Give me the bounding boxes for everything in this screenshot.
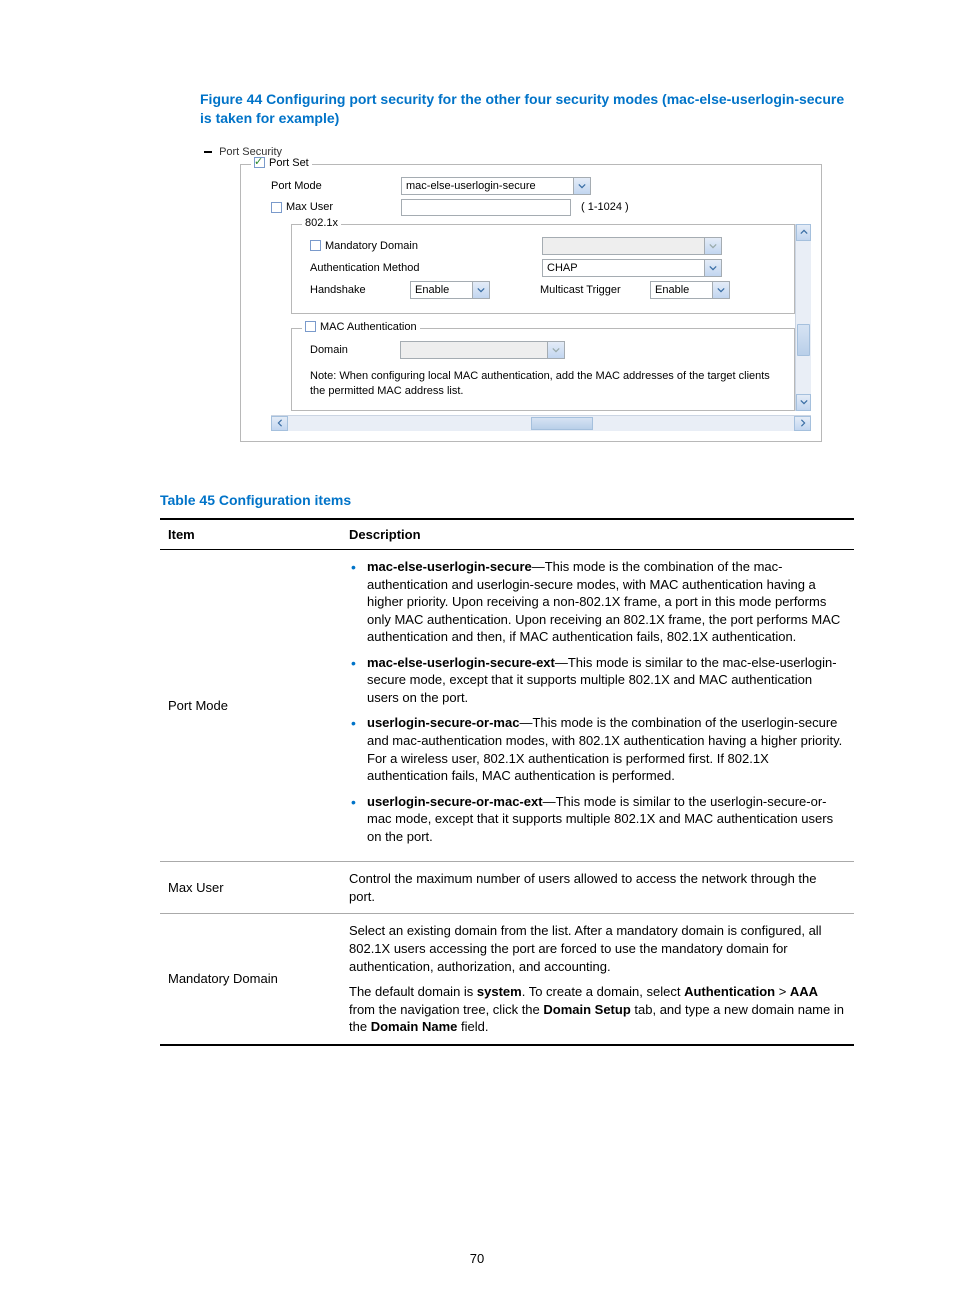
max-user-hint: ( 1-1024 ) <box>581 201 629 213</box>
list-item: userlogin-secure-or-mac—This mode is the… <box>349 714 846 784</box>
mandatory-domain-label: Mandatory Domain <box>325 240 418 252</box>
collapse-icon[interactable] <box>204 151 212 153</box>
handshake-value: Enable <box>415 282 449 298</box>
mac-auth-fieldset: MAC Authentication Domain Note: When con… <box>291 328 795 411</box>
mac-auth-checkbox[interactable] <box>305 321 316 332</box>
port-mode-value: mac-else-userlogin-secure <box>406 178 536 194</box>
max-user-checkbox[interactable] <box>271 202 282 213</box>
port-mode-label: Port Mode <box>251 180 391 192</box>
handshake-label: Handshake <box>302 284 400 296</box>
table-row: Max User Control the maximum number of u… <box>160 862 854 914</box>
mandatory-domain-select[interactable] <box>542 237 722 255</box>
chevron-down-icon <box>573 178 590 194</box>
screenshot: Port Security Port Set Port Mode mac-els… <box>160 138 854 458</box>
scroll-left-icon[interactable] <box>271 416 288 431</box>
multicast-trigger-value: Enable <box>655 282 689 298</box>
table-row: Mandatory Domain Select an existing doma… <box>160 914 854 1045</box>
item-max-user: Max User <box>160 862 341 914</box>
mac-auth-legend: MAC Authentication <box>320 321 417 333</box>
scroll-right-icon[interactable] <box>794 416 811 431</box>
dot1x-legend: 802.1x <box>302 217 341 229</box>
domain-select[interactable] <box>400 341 565 359</box>
chevron-down-icon <box>547 342 564 358</box>
page-number: 70 <box>0 1251 954 1266</box>
dot1x-fieldset: 802.1x Mandatory Domain Authentication M… <box>291 224 795 314</box>
table-head-desc: Description <box>341 519 854 550</box>
domain-label: Domain <box>302 344 390 356</box>
bold-term: userlogin-secure-or-mac-ext <box>367 794 543 809</box>
list-item: mac-else-userlogin-secure-ext—This mode … <box>349 654 846 707</box>
bold-term: userlogin-secure-or-mac <box>367 715 519 730</box>
chevron-down-icon <box>704 260 721 276</box>
multicast-trigger-label: Multicast Trigger <box>540 284 640 296</box>
max-user-input[interactable] <box>401 199 571 216</box>
horizontal-scrollbar[interactable] <box>271 415 811 431</box>
item-mandatory-domain: Mandatory Domain <box>160 914 341 1045</box>
scroll-thumb[interactable] <box>797 324 810 356</box>
list-item: userlogin-secure-or-mac-ext—This mode is… <box>349 793 846 846</box>
list-item: mac-else-userlogin-secure—This mode is t… <box>349 558 846 646</box>
table-caption: Table 45 Configuration items <box>160 492 854 508</box>
multicast-trigger-select[interactable]: Enable <box>650 281 730 299</box>
mac-auth-note: Note: When configuring local MAC authent… <box>302 363 784 400</box>
vertical-scrollbar[interactable] <box>795 224 811 411</box>
scroll-up-icon[interactable] <box>796 224 811 241</box>
bold-term: mac-else-userlogin-secure <box>367 559 532 574</box>
chevron-down-icon <box>712 282 729 298</box>
chevron-down-icon <box>704 238 721 254</box>
max-user-label: Max User <box>286 201 333 213</box>
handshake-select[interactable]: Enable <box>410 281 490 299</box>
item-port-mode: Port Mode <box>160 550 341 862</box>
chevron-down-icon <box>472 282 489 298</box>
desc-text: Control the maximum number of users allo… <box>341 862 854 914</box>
auth-method-label: Authentication Method <box>302 262 510 274</box>
table-row: Port Mode mac-else-userlogin-secure—This… <box>160 550 854 862</box>
port-mode-select[interactable]: mac-else-userlogin-secure <box>401 177 591 195</box>
port-set-checkbox[interactable] <box>254 157 265 168</box>
mandatory-domain-checkbox[interactable] <box>310 240 321 251</box>
auth-method-select[interactable]: CHAP <box>542 259 722 277</box>
figure-caption: Figure 44 Configuring port security for … <box>160 90 854 128</box>
desc-text: Select an existing domain from the list.… <box>349 922 846 975</box>
table-head-item: Item <box>160 519 341 550</box>
auth-method-value: CHAP <box>547 260 578 276</box>
desc-text: The default domain is system. To create … <box>349 983 846 1036</box>
port-set-fieldset: Port Set Port Mode mac-else-userlogin-se… <box>240 164 822 442</box>
hscroll-thumb[interactable] <box>531 417 593 430</box>
port-set-legend: Port Set <box>269 157 309 169</box>
bold-term: mac-else-userlogin-secure-ext <box>367 655 555 670</box>
config-table: Item Description Port Mode mac-else-user… <box>160 518 854 1046</box>
scroll-down-icon[interactable] <box>796 394 811 411</box>
